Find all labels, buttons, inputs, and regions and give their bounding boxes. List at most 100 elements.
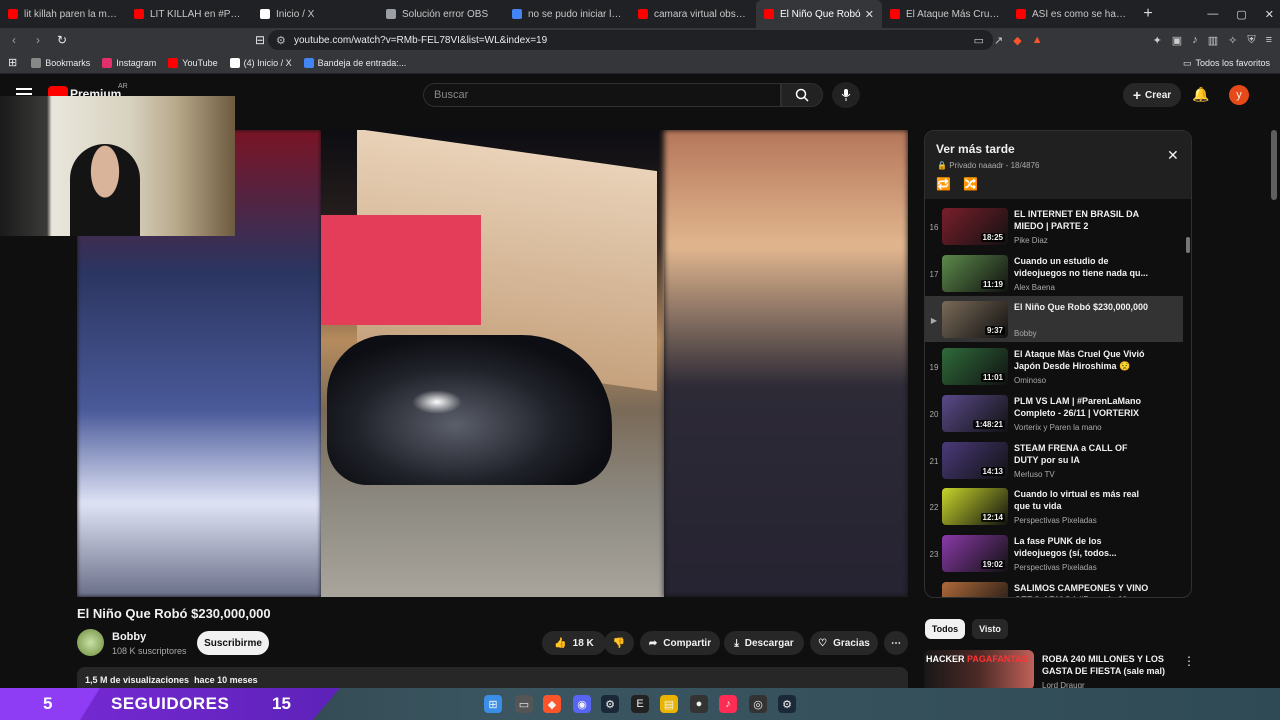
recommendation-more-icon[interactable]: ⋮ [1183,654,1195,668]
browser-tab[interactable]: LIT KILLAH en #ParenLaMa [126,0,252,28]
voice-search-button[interactable] [832,82,860,108]
bookmark-item[interactable]: YouTube [168,57,218,68]
playlist-item-index: ▶ [930,316,938,326]
file-explorer-icon[interactable]: ▤ [660,695,678,713]
playlist-item[interactable]: 20 1:48:21 PLM VS LAM | #ParenLaMano Compl… [925,390,1183,436]
all-favorites[interactable]: ▭ Todos los favoritos [1183,52,1270,74]
browser-tab[interactable]: ASÍ es como se hace un B [1008,0,1134,28]
forward-icon[interactable]: › [28,33,48,47]
playlist-item[interactable]: 17 11:19 Cuando un estudio de videojuegos … [925,250,1183,296]
recommendation-title[interactable]: ROBA 240 MILLONES Y LOS GASTA DE FIESTA … [1042,653,1172,677]
playlist-scroll-thumb[interactable] [1186,237,1190,253]
extensions-icon[interactable]: ✦ [1153,34,1162,47]
search-input[interactable]: Buscar [423,83,781,107]
bookmark-page-icon[interactable]: ⊟ [250,33,270,47]
site-info-icon[interactable]: ⚙ [276,34,286,47]
page-scrollbar[interactable] [1271,130,1277,200]
cast-icon[interactable]: ▭ [974,34,984,47]
bookmark-item[interactable]: Bookmarks [31,57,90,68]
wallet-icon[interactable]: ▣ [1172,34,1182,47]
playlist-item[interactable]: 21 14:13 STEAM FRENA a CALL OF DUTY por su… [925,437,1183,483]
rewards-icon[interactable]: ▲ [1032,34,1043,46]
close-tab-icon[interactable]: ✕ [865,8,874,21]
sidebar-icon[interactable]: ▥ [1208,34,1218,47]
playlist-item[interactable]: 22 12:14 Cuando lo virtual es más real que… [925,483,1183,529]
browser-tab[interactable]: no se pudo iniciar la salid [504,0,630,28]
notifications-bell-icon[interactable]: 🔔 [1192,86,1209,103]
bookmark-item[interactable]: Instagram [102,57,156,68]
playlist-item[interactable]: 19 11:01 El Ataque Más Cruel Que Vivió Jap… [925,343,1183,389]
close-playlist-icon[interactable]: ✕ [1167,147,1179,164]
thumbnail-text-hacker: HACKER [926,654,965,664]
url-text[interactable]: youtube.com/watch?v=RMb-FEL78VI&list=WL&… [294,35,547,46]
new-tab-button[interactable]: + [1138,5,1158,23]
vpn-icon[interactable]: ⛨ [1247,34,1255,47]
dislike-button[interactable]: 👎 [604,631,634,655]
like-button[interactable]: 👍 18 K [542,631,606,655]
brave-browser-icon[interactable]: ◆ [543,695,561,713]
playlist-scrollbar[interactable] [1185,203,1189,593]
steam-taskbar-icon[interactable]: ⚙ [601,695,619,713]
chip-seen[interactable]: Visto [972,619,1008,639]
thumbs-up-icon: 👍 [554,637,567,649]
bookmark-item[interactable]: (4) Inicio / X [229,57,292,68]
more-actions-button[interactable]: ⋯ [884,631,908,655]
download-label: Descargar [744,637,794,649]
reload-icon[interactable]: ↻ [52,33,72,47]
share-button[interactable]: ➦ Compartir [640,631,720,655]
create-button[interactable]: + Crear [1123,83,1181,107]
browser-tab[interactable]: El Niño Que Robó ✕ [756,0,882,28]
playlist-item[interactable]: 23 19:02 La fase PUNK de los videojuegos (… [925,530,1183,576]
channel-name[interactable]: Bobby [112,631,146,643]
minimize-icon[interactable]: — [1207,8,1218,20]
epic-games-icon[interactable]: E [631,695,649,713]
close-window-icon[interactable]: ✕ [1265,8,1274,21]
browser-tab[interactable]: camara virtual obs no me [630,0,756,28]
chip-all[interactable]: Todos [925,619,965,639]
playlist-item[interactable]: 24 SALIMOS CAMPEONES Y VINO GERO ARIAS | … [925,577,1183,597]
download-button[interactable]: ⤓ Descargar [724,631,804,655]
tab-favicon-icon [8,9,18,19]
obs-icon[interactable]: ◎ [749,695,767,713]
steam-icon[interactable]: ⚙ [778,695,796,713]
brave-shield-icon[interactable]: ◆ [1013,34,1021,47]
windows-start-icon[interactable]: ⊞ [484,695,502,713]
share-page-icon[interactable]: ↗ [994,34,1003,47]
menu-icon[interactable]: ≡ [1266,34,1272,46]
tab-title: El Niño Que Robó [780,8,861,20]
playlist-title[interactable]: Ver más tarde [936,142,1015,156]
channel-avatar[interactable] [77,629,104,656]
search-button[interactable] [781,83,823,107]
followers-goal: 15 [272,694,291,713]
media-icon[interactable]: ♪ [1192,34,1198,46]
loop-icon[interactable]: 🔁 [936,177,951,191]
bookmark-item[interactable]: Bandeja de entrada:... [303,57,407,68]
playlist-item-channel: Vorterix y Paren la mano [1014,422,1102,432]
thanks-button[interactable]: ♡ Gracias [810,631,878,655]
discord-icon[interactable]: ◉ [573,695,591,713]
task-view-icon[interactable]: ▭ [515,695,533,713]
playlist-item[interactable]: ▶ 9:37 El Niño Que Robó $230,000,000 Bobby [925,296,1183,343]
tiktok-icon[interactable]: ♪ [719,695,737,713]
maximize-icon[interactable]: ▢ [1236,8,1246,21]
address-bar[interactable]: ⚙ youtube.com/watch?v=RMb-FEL78VI&list=W… [268,30,993,50]
shuffle-icon[interactable]: 🔀 [963,177,978,191]
playlist-item[interactable]: 16 18:25 EL INTERNET EN BRASIL DA MIEDO | … [925,203,1183,249]
playlist-item-thumbnail: 1:48:21 [942,394,1008,432]
thumbnail-text-pagafantas: PAGAFANTAS [967,654,1028,664]
browser-tab[interactable]: lit killah paren la mano - Y [0,0,126,28]
playlist-item-index: 22 [929,503,939,513]
playlist-item-channel: Ominoso [1014,376,1047,386]
back-icon[interactable]: ‹ [4,33,24,47]
subscribe-button[interactable]: Suscribirme [197,631,269,655]
user-avatar[interactable]: y [1229,85,1249,105]
playlist-item-duration: 18:25 [980,233,1005,242]
browser-tab[interactable]: Solución error OBS [378,0,504,28]
browser-tab[interactable]: El Ataque Más Cruel Que [882,0,1008,28]
browser-tab[interactable]: Inicio / X [252,0,378,28]
leo-icon[interactable]: ✧ [1228,34,1237,47]
region-label: AR [118,83,128,90]
apps-icon[interactable]: ⊞ [8,56,17,69]
game-app-icon[interactable]: ● [690,695,708,713]
bookmark-label: Bandeja de entrada:... [317,57,407,68]
